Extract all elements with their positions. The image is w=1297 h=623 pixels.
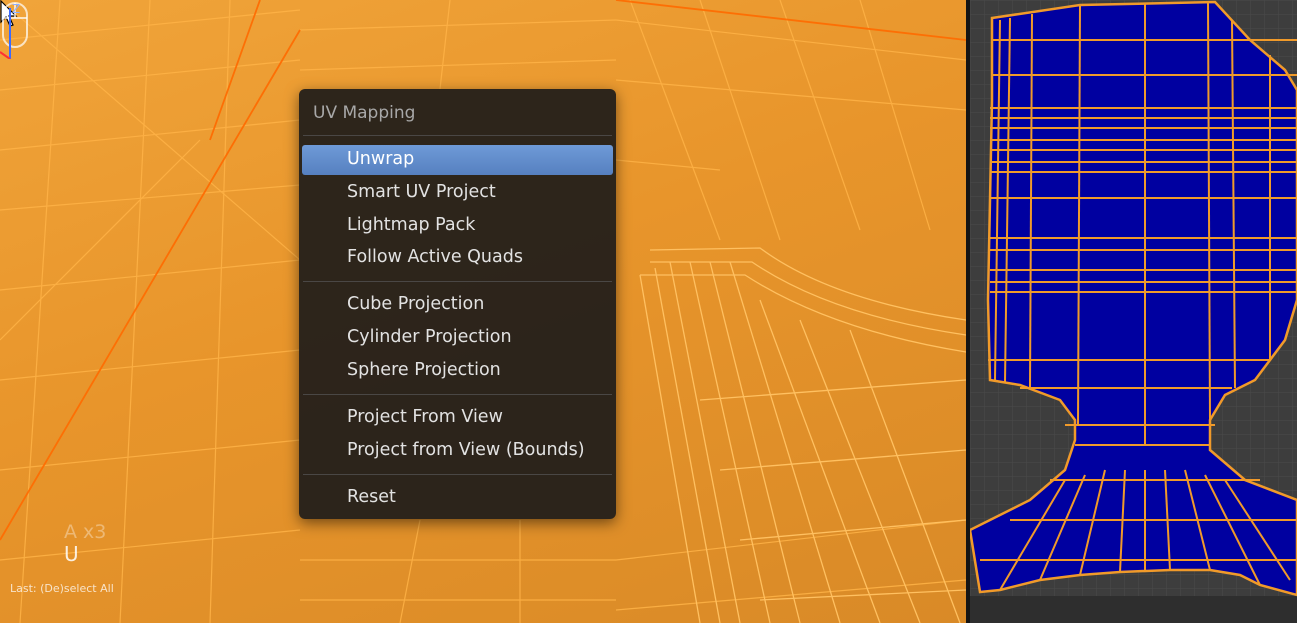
menu-item-label: Reset: [347, 487, 396, 507]
axis-gizmo: Z: [0, 2, 20, 59]
menu-item-cube-projection[interactable]: Cube Projection: [302, 290, 613, 320]
uv-island: [970, 0, 1297, 597]
menu-separator: [303, 474, 612, 475]
key-hint-unwrap: U: [64, 542, 79, 566]
uv-editor[interactable]: [970, 0, 1297, 623]
menu-title: UV Mapping: [313, 103, 416, 123]
menu-item-label: Follow Active Quads: [347, 247, 523, 267]
axis-label-z: Z: [12, 2, 20, 16]
menu-item-label: Unwrap: [347, 149, 415, 169]
menu-item-smart-uv-project[interactable]: Smart UV Project: [302, 178, 613, 208]
menu-item-label: Cube Projection: [347, 294, 485, 314]
key-hint-select-all: A x3: [64, 521, 107, 543]
menu-item-label: Smart UV Project: [347, 182, 496, 202]
menu-separator: [303, 135, 612, 136]
menu-item-sphere-projection[interactable]: Sphere Projection: [302, 356, 613, 386]
menu-item-label: Lightmap Pack: [347, 215, 476, 235]
menu-item-follow-active-quads[interactable]: Follow Active Quads: [302, 243, 613, 273]
3d-viewport[interactable]: UV Mapping Unwrap Smart UV Project Light…: [0, 0, 966, 623]
uv-editor-canvas: [970, 0, 1297, 623]
menu-item-project-from-view-bounds[interactable]: Project from View (Bounds): [302, 436, 613, 466]
menu-item-lightmap-pack[interactable]: Lightmap Pack: [302, 211, 613, 241]
menu-item-cylinder-projection[interactable]: Cylinder Projection: [302, 323, 613, 353]
menu-item-reset[interactable]: Reset: [302, 483, 613, 513]
menu-item-label: Project from View (Bounds): [347, 440, 585, 460]
menu-item-unwrap[interactable]: Unwrap: [302, 145, 613, 175]
menu-item-label: Project From View: [347, 407, 503, 427]
menu-separator: [303, 394, 612, 395]
menu-separator: [303, 281, 612, 282]
menu-item-project-from-view[interactable]: Project From View: [302, 403, 613, 433]
menu-item-label: Sphere Projection: [347, 360, 501, 380]
menu-item-label: Cylinder Projection: [347, 327, 512, 347]
uv-mapping-menu: UV Mapping Unwrap Smart UV Project Light…: [299, 89, 616, 519]
last-operation-label: Last: (De)select All: [10, 582, 114, 595]
